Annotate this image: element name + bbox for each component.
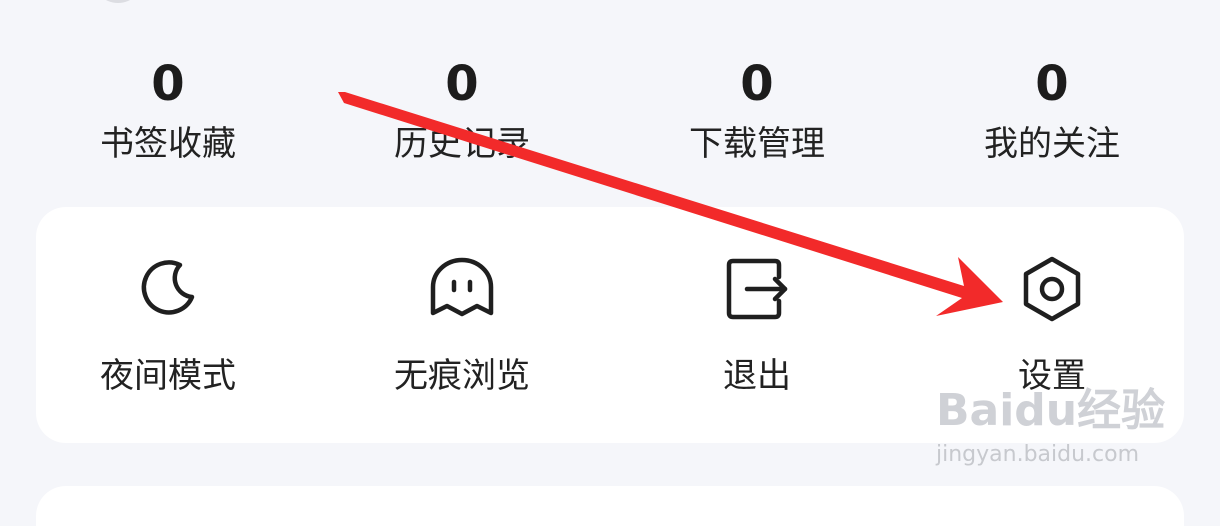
settings-button[interactable]: 设置 (952, 255, 1152, 398)
exit-icon (726, 258, 788, 320)
next-card (36, 486, 1184, 526)
stat-following-count: 0 (1035, 56, 1069, 112)
watermark-url: jingyan.baidu.com (936, 442, 1140, 467)
logout-label: 退出 (723, 356, 791, 396)
night-mode-button[interactable]: 夜间模式 (68, 255, 268, 398)
stat-downloads-count: 0 (740, 56, 774, 112)
watermark-brand: Baidu经验 (936, 385, 1166, 436)
logout-button[interactable]: 退出 (657, 255, 857, 398)
avatar[interactable] (92, 0, 144, 3)
baidu-jingyan-watermark: Baidu经验 jingyan.baidu.com (936, 385, 1166, 475)
stat-history-count: 0 (445, 56, 479, 112)
night-mode-label: 夜间模式 (100, 356, 236, 396)
stat-downloads-label: 下载管理 (689, 124, 825, 164)
stat-following[interactable]: 0 我的关注 (952, 52, 1152, 166)
stat-bookmarks-count: 0 (151, 56, 185, 112)
stat-downloads[interactable]: 0 下载管理 (657, 52, 857, 166)
settings-icon (1023, 256, 1081, 322)
stat-history-label: 历史记录 (394, 124, 530, 164)
moon-icon (141, 260, 195, 315)
incognito-button[interactable]: 无痕浏览 (362, 255, 562, 398)
ghost-icon (430, 257, 494, 317)
stat-following-label: 我的关注 (984, 124, 1120, 164)
stat-history[interactable]: 0 历史记录 (362, 52, 562, 166)
stats-row: 0 书签收藏 0 历史记录 0 下载管理 0 我的关注 (0, 52, 1220, 182)
incognito-label: 无痕浏览 (394, 356, 530, 396)
stat-bookmarks-label: 书签收藏 (100, 124, 236, 164)
stat-bookmarks[interactable]: 0 书签收藏 (68, 52, 268, 166)
